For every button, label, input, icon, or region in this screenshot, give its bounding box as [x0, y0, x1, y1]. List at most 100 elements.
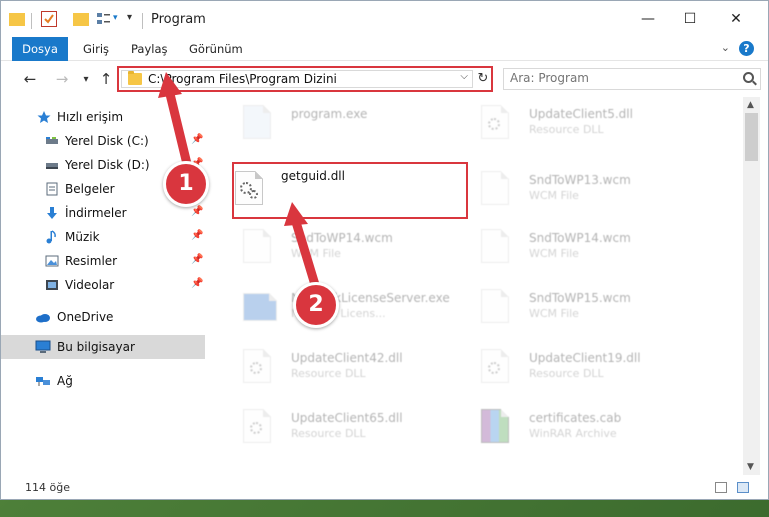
file-name: program.exe	[291, 107, 368, 121]
scroll-up-icon[interactable]: ▲	[747, 100, 754, 110]
forward-button[interactable]: →	[51, 68, 73, 90]
sidebar-item-label: Ağ	[57, 374, 73, 388]
file-name: UpdateClient5.dll	[529, 107, 633, 121]
file-name: SndToWP13.wcm	[529, 173, 631, 187]
search-icon[interactable]	[743, 72, 754, 83]
toolbar-separator	[142, 13, 143, 29]
sidebar-item-music[interactable]: Müzik 📌	[1, 225, 205, 249]
large-icons-view-icon[interactable]	[737, 482, 749, 493]
pin-icon[interactable]: 📌	[191, 254, 203, 265]
scroll-down-icon[interactable]: ▼	[747, 462, 754, 472]
sidebar-item-label: Hızlı erişim	[57, 110, 124, 124]
file-item[interactable]: SndToWP14.wcm WCM File	[455, 221, 685, 273]
wcm-file-icon	[243, 229, 271, 263]
file-item[interactable]: certificates.cab WinRAR Archive	[455, 401, 685, 453]
sidebar-item-label: Resimler	[65, 254, 118, 268]
file-item[interactable]: UpdateClient42.dll Resource DLL	[217, 341, 447, 393]
address-dropdown-icon[interactable]: ⌵	[460, 71, 468, 82]
sidebar-item-quick-access[interactable]: Hızlı erişim	[1, 105, 205, 129]
folder-icon	[9, 13, 25, 26]
sidebar-item-local-disk-c[interactable]: Yerel Disk (C:) 📌	[1, 129, 205, 153]
wcm-file-icon	[481, 171, 509, 205]
tab-view[interactable]: Görünüm	[179, 37, 253, 61]
file-type: WCM File	[529, 189, 579, 202]
pin-icon[interactable]: 📌	[191, 206, 203, 217]
pin-icon[interactable]: 📌	[191, 230, 203, 241]
search-box[interactable]	[503, 68, 761, 90]
details-view-icon[interactable]	[715, 482, 727, 493]
sidebar-item-onedrive[interactable]: OneDrive	[1, 305, 205, 329]
scroll-thumb[interactable]	[745, 113, 758, 161]
sidebar-item-videos[interactable]: Videolar 📌	[1, 273, 205, 297]
address-path[interactable]: C:\Program Files\Program Dizini	[148, 72, 337, 86]
sidebar-item-label: İndirmeler	[65, 206, 127, 220]
sidebar-item-network[interactable]: Ağ	[1, 369, 205, 393]
sidebar-item-label: Belgeler	[65, 182, 115, 196]
sidebar-item-downloads[interactable]: İndirmeler 📌	[1, 201, 205, 225]
exe-file-icon	[243, 105, 271, 139]
file-item[interactable]: UpdateClient19.dll Resource DLL	[455, 341, 685, 393]
file-type: WinRAR Archive	[529, 427, 617, 440]
back-button[interactable]: ←	[19, 68, 41, 90]
file-name: certificates.cab	[529, 411, 622, 425]
tab-file[interactable]: Dosya	[12, 37, 68, 61]
pictures-icon	[45, 255, 59, 267]
sidebar-item-label: OneDrive	[57, 310, 114, 324]
item-count: 114 öğe	[25, 481, 70, 494]
new-folder-icon[interactable]	[73, 13, 89, 26]
properties-icon[interactable]	[41, 11, 57, 27]
exe-file-icon	[243, 293, 277, 321]
file-name: SndToWP14.wcm	[529, 231, 631, 245]
sidebar-item-label: Müzik	[65, 230, 100, 244]
dll-file-icon	[243, 349, 271, 383]
window-title: Program	[151, 12, 206, 27]
video-icon	[46, 280, 58, 290]
up-button[interactable]: ↑	[95, 68, 117, 90]
annotation-badge-1: 1	[163, 161, 209, 207]
sidebar-item-this-pc[interactable]: Bu bilgisayar	[1, 335, 205, 359]
address-field[interactable]: C:\Program Files\Program Dizini ⌵	[121, 70, 473, 88]
ribbon-expand-icon[interactable]: ⌄	[721, 41, 730, 54]
file-type: WCM File	[291, 247, 341, 260]
file-item[interactable]: SndToWP13.wcm WCM File	[455, 163, 685, 215]
maximize-button[interactable]: ☐	[667, 1, 713, 37]
sidebar-item-pictures[interactable]: Resimler 📌	[1, 249, 205, 273]
file-type: Resource DLL	[529, 367, 604, 380]
dll-file-icon	[481, 105, 509, 139]
file-item[interactable]: SndToWP15.wcm WCM File	[455, 281, 685, 333]
file-name: SndToWP15.wcm	[529, 291, 631, 305]
vertical-scrollbar[interactable]: ▲ ▼	[743, 97, 760, 475]
file-item[interactable]: UpdateClient5.dll Resource DLL	[455, 97, 685, 149]
cloud-icon	[36, 314, 50, 323]
pin-icon[interactable]: 📌	[191, 278, 203, 289]
explorer-window: ▾ ▾ Program — ☐ ✕ Dosya Giriş Paylaş Gör…	[0, 0, 769, 500]
music-icon	[46, 230, 56, 244]
file-item[interactable]: UpdateClient65.dll Resource DLL	[217, 401, 447, 453]
file-type: Resource DLL	[291, 427, 366, 440]
file-type: WCM File	[529, 247, 579, 260]
close-button[interactable]: ✕	[713, 1, 759, 37]
archive-file-icon	[481, 409, 509, 443]
file-item[interactable]: SndToWP14.wcm WCM File	[217, 221, 447, 273]
wcm-file-icon	[481, 229, 509, 263]
tab-share[interactable]: Paylaş	[121, 37, 178, 61]
navigation-pane: Hızlı erişim Yerel Disk (C:) 📌 Yerel Dis…	[1, 97, 207, 475]
address-bar[interactable]: C:\Program Files\Program Dizini ⌵ ↻	[117, 66, 493, 92]
search-input[interactable]	[510, 71, 740, 85]
pin-icon[interactable]: 📌	[191, 134, 203, 145]
navigation-bar: ← → ▾ ↑ C:\Program Files\Program Dizini …	[1, 62, 768, 96]
recent-locations-button[interactable]: ▾	[75, 68, 97, 90]
minimize-button[interactable]: —	[625, 1, 671, 37]
dll-file-icon	[481, 349, 509, 383]
refresh-button[interactable]: ↻	[475, 70, 491, 88]
file-name: UpdateClient19.dll	[529, 351, 641, 365]
ribbon-tabs: Dosya Giriş Paylaş Görünüm ⌄ ?	[1, 37, 768, 61]
quick-access-dropdown-icon[interactable]: ▾	[127, 12, 143, 28]
file-item[interactable]: program.exe	[217, 97, 447, 149]
tab-home[interactable]: Giriş	[73, 37, 119, 61]
toolbar-separator	[31, 13, 32, 29]
status-bar: 114 öğe	[1, 475, 768, 499]
help-icon[interactable]: ?	[739, 41, 754, 56]
drive-icon	[46, 163, 58, 169]
view-options-icon[interactable]	[96, 11, 112, 27]
